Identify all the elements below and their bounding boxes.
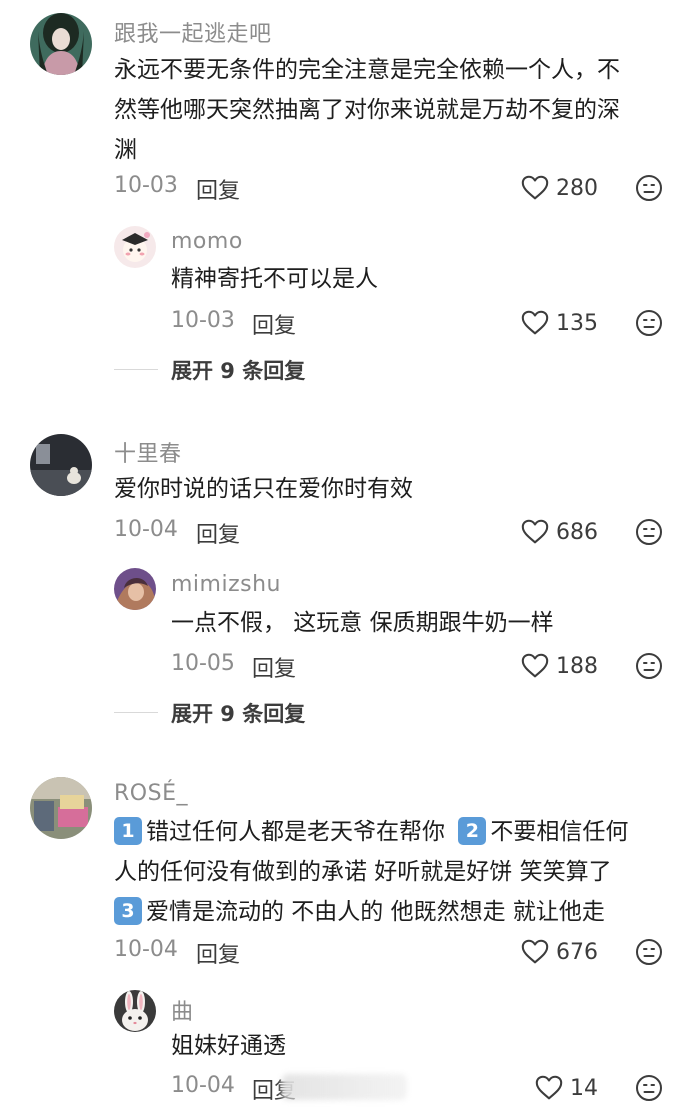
- avatar[interactable]: [114, 568, 156, 610]
- divider: [114, 369, 158, 370]
- comment-text: 1 错过任何人都是老天爷在帮你 2 不要相信任何 人的任何没有做到的承诺 好听就是好…: [114, 812, 628, 932]
- reply-text: 精神寄托不可以是人: [171, 266, 378, 292]
- username[interactable]: momo: [171, 229, 243, 254]
- reply-text: 姐妹好通透: [171, 1033, 286, 1059]
- dislike-button[interactable]: [635, 309, 663, 337]
- comment-text-line: 永远不要无条件的完全注意是完全依赖一个人，不: [114, 57, 620, 83]
- frown-face-icon: [635, 652, 663, 680]
- frown-face-icon: [635, 518, 663, 546]
- number-badge-1: 1: [114, 816, 142, 845]
- dislike-button[interactable]: [635, 652, 663, 680]
- frown-face-icon: [635, 309, 663, 337]
- comment-text-line: 人的任何没有做到的承诺 好听就是好饼 笑笑算了: [114, 859, 612, 885]
- dislike-button[interactable]: [635, 174, 663, 202]
- heart-outline-icon: [520, 308, 550, 338]
- comment-date: 10-03: [114, 173, 178, 198]
- comment-text-line: 1 错过任何人都是老天爷在帮你 2 不要相信任何: [114, 812, 628, 852]
- reply-button[interactable]: 回复: [252, 651, 296, 683]
- like-count: 188: [556, 653, 598, 679]
- reply-text: 一点不假， 这玩意 保质期跟牛奶一样: [171, 610, 554, 636]
- comment-date: 10-03: [171, 308, 235, 333]
- heart-outline-icon: [520, 651, 550, 681]
- username[interactable]: ROSÉ_: [114, 781, 188, 806]
- username[interactable]: 跟我一起逃走吧: [114, 16, 272, 48]
- frown-face-icon: [635, 1074, 663, 1102]
- like-button[interactable]: 676: [520, 936, 598, 968]
- point-text: 爱情是流动的 不由人的 他既然想走 就让他走: [146, 899, 605, 925]
- like-button[interactable]: 135: [520, 307, 598, 339]
- dislike-button[interactable]: [635, 518, 663, 546]
- comment-date: 10-04: [114, 517, 178, 542]
- divider: [114, 712, 158, 713]
- avatar[interactable]: [30, 777, 92, 839]
- comment-date: 10-04: [171, 1073, 235, 1098]
- comment-date: 10-05: [171, 651, 235, 676]
- point-text: 不要相信任何: [490, 819, 629, 845]
- heart-outline-icon: [520, 937, 550, 967]
- expand-replies-button[interactable]: 展开 9 条回复: [171, 355, 305, 385]
- username[interactable]: 曲: [171, 994, 194, 1026]
- heart-outline-icon: [534, 1073, 564, 1103]
- like-count: 14: [570, 1075, 598, 1101]
- like-count: 686: [556, 519, 598, 545]
- like-count: 135: [556, 310, 598, 336]
- like-count: 676: [556, 939, 598, 965]
- dislike-button[interactable]: [635, 1074, 663, 1102]
- watermark-blur: [282, 1074, 407, 1100]
- username[interactable]: 十里春: [114, 436, 182, 468]
- comment-text-line: 渊: [114, 137, 137, 163]
- number-badge-3: 3: [114, 896, 142, 925]
- frown-face-icon: [635, 174, 663, 202]
- dislike-button[interactable]: [635, 938, 663, 966]
- like-button[interactable]: 14: [534, 1072, 598, 1104]
- username[interactable]: mimizshu: [171, 572, 281, 597]
- reply-button[interactable]: 回复: [196, 937, 240, 969]
- reply-button[interactable]: 回复: [196, 517, 240, 549]
- expand-replies-button[interactable]: 展开 9 条回复: [171, 698, 305, 728]
- comment-text-line: 然等他哪天突然抽离了对你来说就是万劫不复的深: [114, 97, 620, 123]
- like-button[interactable]: 188: [520, 650, 598, 682]
- avatar[interactable]: [114, 990, 156, 1032]
- avatar[interactable]: [114, 226, 156, 268]
- like-button[interactable]: 280: [520, 172, 598, 204]
- avatar[interactable]: [30, 434, 92, 496]
- reply-button[interactable]: 回复: [252, 308, 296, 340]
- comment-date: 10-04: [114, 937, 178, 962]
- comment-text-line: 3 爱情是流动的 不由人的 他既然想走 就让他走: [114, 892, 628, 932]
- like-count: 280: [556, 175, 598, 201]
- avatar[interactable]: [30, 13, 92, 75]
- comment-text: 永远不要无条件的完全注意是完全依赖一个人，不 然等他哪天突然抽离了对你来说就是万…: [114, 50, 620, 170]
- like-button[interactable]: 686: [520, 516, 598, 548]
- heart-outline-icon: [520, 517, 550, 547]
- frown-face-icon: [635, 938, 663, 966]
- reply-button[interactable]: 回复: [196, 173, 240, 205]
- point-text: 错过任何人都是老天爷在帮你: [146, 819, 445, 845]
- comment-text: 爱你时说的话只在爱你时有效: [114, 476, 413, 502]
- number-badge-2: 2: [458, 816, 487, 845]
- heart-outline-icon: [520, 173, 550, 203]
